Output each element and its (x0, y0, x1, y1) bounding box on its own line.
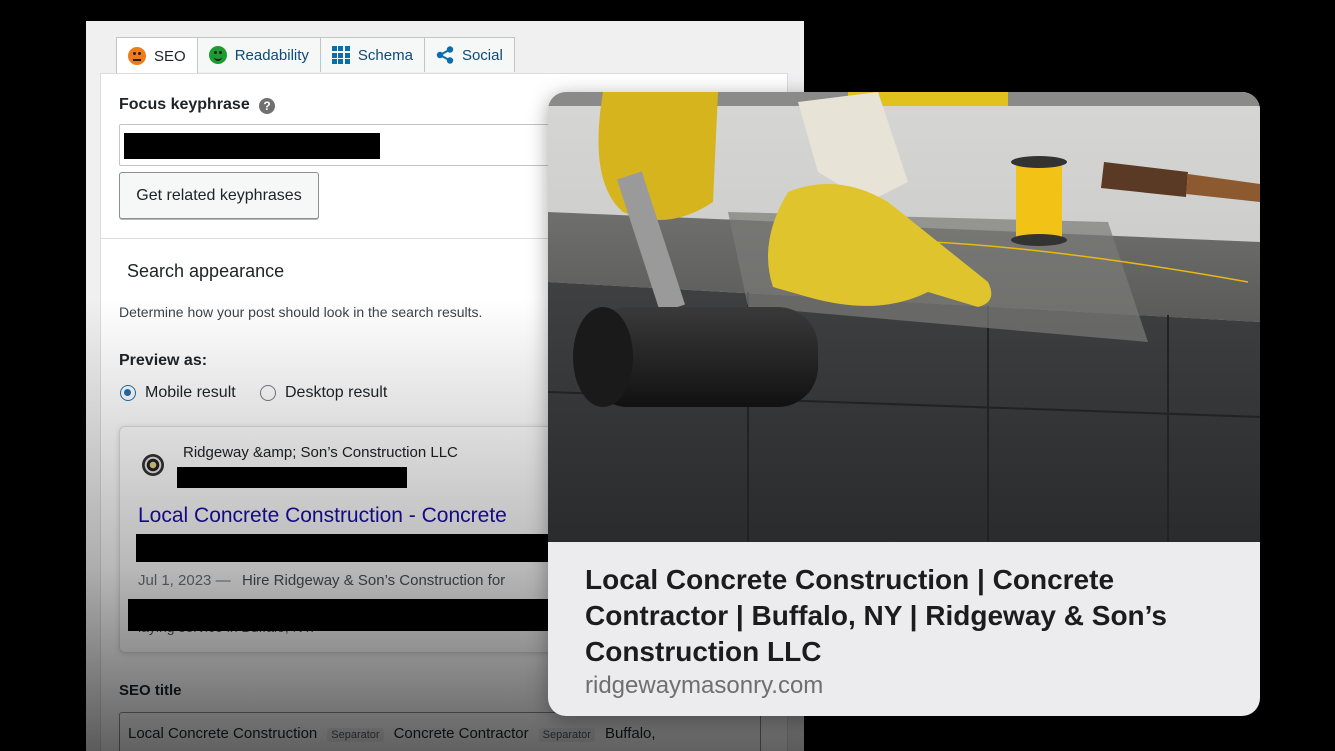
desktop-result-radio[interactable] (260, 385, 276, 401)
tab-social[interactable]: Social (423, 37, 515, 72)
yoast-tabs: SEO Readability Schema Social (116, 37, 515, 74)
tab-schema-label: Schema (357, 46, 413, 64)
seo-title-input[interactable]: Local Concrete Construction Separator Co… (119, 712, 761, 751)
green-face-icon (208, 46, 227, 64)
grid-icon (331, 46, 350, 64)
separator-chip[interactable]: Separator (538, 728, 595, 742)
title-variable: Local Concrete Construction (128, 725, 318, 742)
search-appearance-description: Determine how your post should look in t… (119, 304, 483, 320)
separator-chip[interactable]: Separator (327, 728, 384, 742)
tab-social-label: Social (461, 46, 503, 64)
social-card-title: Local Concrete Construction | Concrete C… (585, 564, 1167, 667)
search-appearance-title: Search appearance (127, 261, 285, 281)
site-favicon-icon (142, 454, 164, 476)
preview-as-label: Preview as: (119, 352, 208, 369)
mobile-result-radio[interactable] (120, 385, 136, 401)
redacted-keyphrase (124, 133, 380, 159)
tab-readability[interactable]: Readability (196, 37, 321, 72)
tab-readability-label: Readability (234, 46, 309, 64)
share-icon (436, 46, 454, 64)
seo-title-chips: Local Concrete Construction Separator Co… (128, 725, 656, 742)
masonry-photo (548, 92, 1260, 542)
tab-schema[interactable]: Schema (319, 37, 425, 72)
social-share-preview-card: Local Concrete Construction | Concrete C… (548, 92, 1260, 716)
serp-title[interactable]: Local Concrete Construction - Concrete (138, 504, 507, 528)
focus-keyphrase-label: Focus keyphrase (119, 96, 250, 113)
title-variable: Buffalo, (604, 725, 656, 742)
redacted-url (177, 467, 407, 488)
serp-site-name: Ridgeway &amp; Son’s Construction LLC (183, 444, 458, 461)
serp-date: Jul 1, 2023 — (138, 572, 231, 589)
social-card-domain: ridgewaymasonry.com (585, 672, 824, 699)
title-variable: Concrete Contractor (393, 725, 529, 742)
tab-seo-label: SEO (154, 47, 186, 65)
help-icon[interactable]: ? (259, 98, 275, 114)
desktop-result-option[interactable]: Desktop result (260, 384, 387, 402)
get-related-keyphrases-button[interactable]: Get related keyphrases (119, 172, 319, 219)
tab-seo[interactable]: SEO (116, 37, 198, 74)
desktop-result-label: Desktop result (285, 384, 388, 401)
serp-description: Hire Ridgeway & Son’s Construction for (242, 572, 506, 589)
seo-title-label: SEO title (119, 682, 182, 699)
orange-face-icon (128, 47, 146, 65)
mobile-result-option[interactable]: Mobile result (120, 384, 236, 402)
mobile-result-label: Mobile result (145, 384, 236, 401)
